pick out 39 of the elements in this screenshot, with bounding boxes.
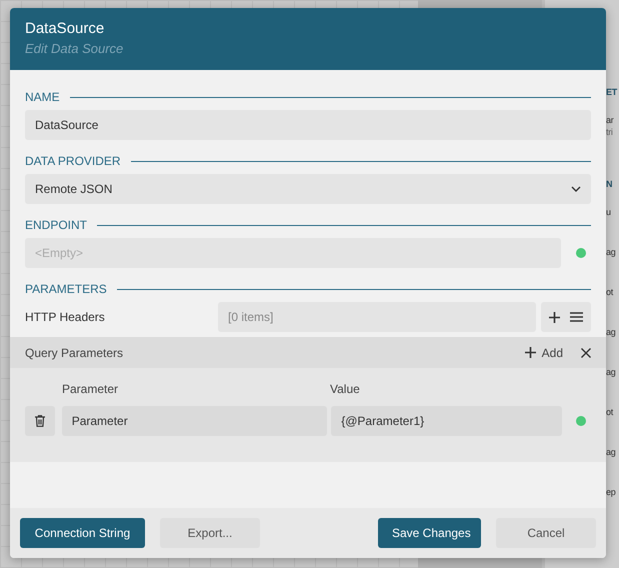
panel-text: ep (606, 486, 616, 499)
provider-dropdown[interactable]: Remote JSON (25, 174, 591, 204)
dialog-button[interactable]: Connection String (20, 518, 145, 548)
panel-text: ag (606, 326, 616, 339)
section-label: PARAMETERS (25, 282, 107, 296)
panel-text: ar (606, 114, 614, 126)
dialog-subtitle: Edit Data Source (25, 41, 124, 56)
section-label: DATA PROVIDER (25, 154, 121, 168)
close-icon (581, 348, 591, 358)
plus-icon (524, 347, 536, 358)
menu-icon[interactable] (570, 312, 583, 322)
column-header: Value (330, 382, 360, 398)
dialog-title: DataSource (25, 20, 106, 37)
panel-text: u (606, 206, 612, 219)
panel-title: Query Parameters (25, 346, 124, 360)
panel-text: ag (606, 446, 616, 459)
dialog-button[interactable]: Save Changes (378, 518, 481, 548)
field-label: HTTP Headers (25, 310, 106, 324)
panel-text: N (606, 178, 614, 191)
panel-text: ET (606, 86, 618, 99)
chevron-down-icon (571, 186, 581, 192)
trash-icon (34, 415, 45, 427)
close-button[interactable] (581, 348, 591, 358)
dialog-button[interactable]: Export... (160, 518, 260, 548)
add-button[interactable]: Add (524, 346, 563, 360)
plus-icon[interactable] (549, 312, 560, 322)
parameter-field[interactable]: Parameter (62, 406, 328, 436)
panel-text: ag (606, 246, 616, 259)
panel-text: ot (606, 286, 614, 299)
name-field[interactable]: DataSource (25, 110, 591, 140)
panel-text: ag (606, 366, 616, 379)
dialog-button[interactable]: Cancel (496, 518, 596, 548)
panel-text: ot (606, 406, 614, 419)
section-label: NAME (25, 90, 60, 104)
delete-button[interactable] (25, 406, 55, 436)
section-label: ENDPOINT (25, 218, 88, 232)
panel-text: tri (606, 126, 614, 138)
value-field[interactable]: {@Parameter1} (331, 406, 562, 436)
column-header: Parameter (62, 382, 120, 398)
